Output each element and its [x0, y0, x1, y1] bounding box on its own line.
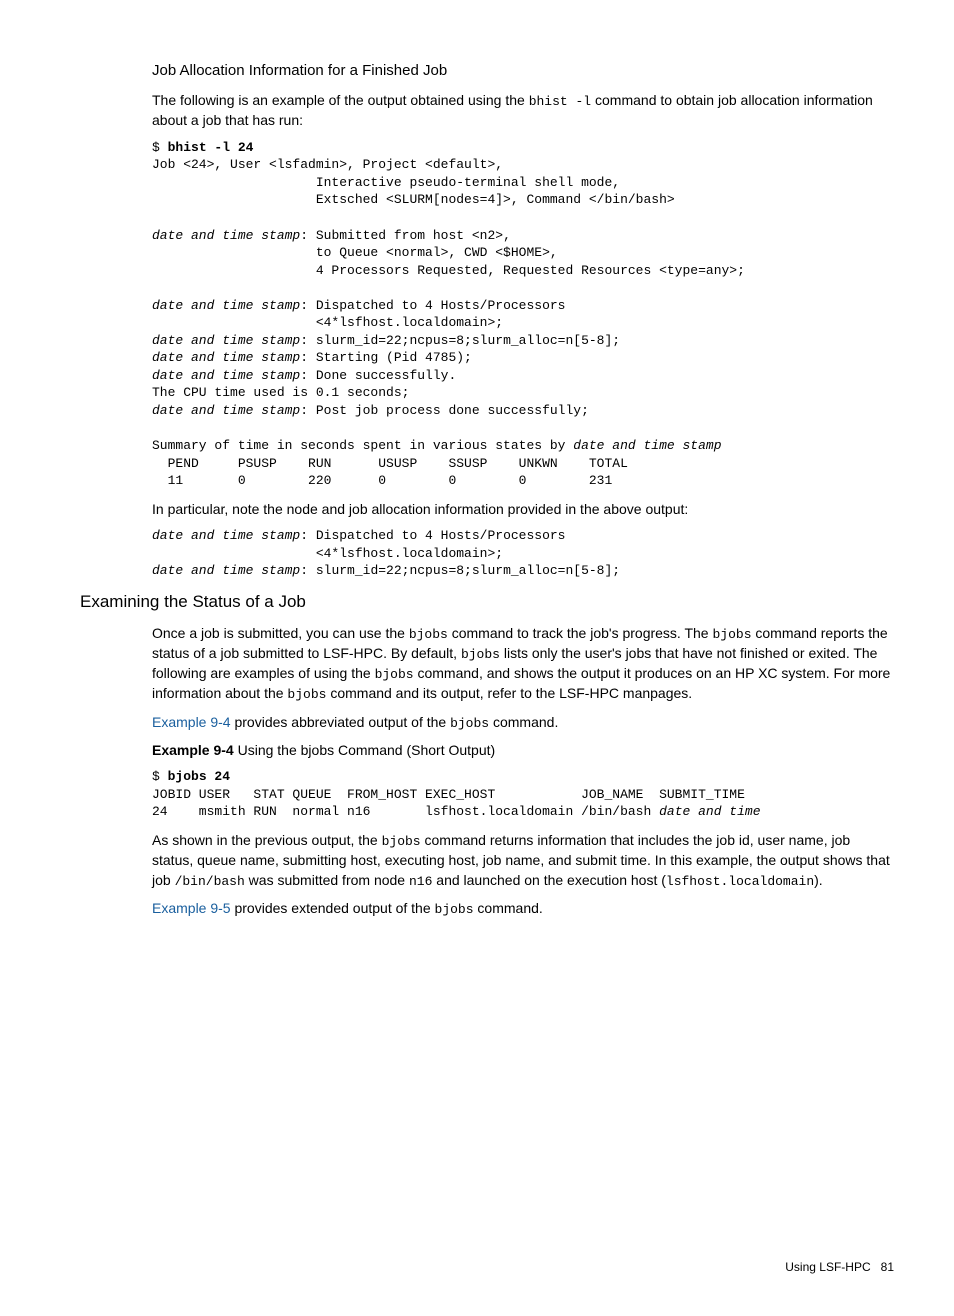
status-paragraph-2: As shown in the previous output, the bjo… [152, 831, 894, 891]
ex94-intro: Example 9-4 provides abbreviated output … [152, 713, 894, 733]
bjobs-4: bjobs [375, 667, 414, 682]
n16: n16 [409, 874, 432, 889]
bjobs-5: bjobs [287, 687, 326, 702]
code-block-2: date and time stamp: Dispatched to 4 Hos… [152, 527, 894, 580]
section-title-1: Job Allocation Information for a Finishe… [152, 60, 894, 81]
ex94rest: provides abbreviated output of the [231, 714, 450, 730]
ex94caption: Using the bjobs Command (Short Output) [234, 742, 495, 758]
intro-text-1: The following is an example of the outpu… [152, 92, 529, 108]
example-9-5-link[interactable]: Example 9-5 [152, 900, 231, 916]
bjobs-3: bjobs [461, 647, 500, 662]
p2c: was submitted from node [245, 872, 409, 888]
ex95rest: provides extended output of the [231, 900, 435, 916]
code-block-1: $ bhist -l 24 Job <24>, User <lsfadmin>,… [152, 139, 894, 490]
section-title-2: Examining the Status of a Job [80, 590, 894, 614]
lsfhost: lsfhost.localdomain [666, 874, 814, 889]
bjobs-2: bjobs [712, 627, 751, 642]
example-9-4-label: Example 9-4 [152, 742, 234, 758]
bjobs-1: bjobs [409, 627, 448, 642]
binbash: /bin/bash [175, 874, 245, 889]
p2d: and launched on the execution host ( [432, 872, 666, 888]
bjobs-7: bjobs [382, 834, 421, 849]
page-number: 81 [881, 1260, 894, 1274]
ex95rest2: command. [474, 900, 543, 916]
bjobs-6: bjobs [450, 716, 489, 731]
note-paragraph: In particular, note the node and job all… [152, 500, 894, 520]
ex95-intro: Example 9-5 provides extended output of … [152, 899, 894, 919]
example-9-4-caption: Example 9-4 Using the bjobs Command (Sho… [152, 741, 894, 761]
status-paragraph-1: Once a job is submitted, you can use the… [152, 624, 894, 705]
code-block-3: $ bjobs 24 JOBID USER STAT QUEUE FROM_HO… [152, 768, 894, 821]
p1a: Once a job is submitted, you can use the [152, 625, 409, 641]
intro-paragraph: The following is an example of the outpu… [152, 91, 894, 131]
p1b: command to track the job's progress. The [448, 625, 713, 641]
p2e: ). [814, 872, 823, 888]
intro-cmd: bhist -l [529, 94, 591, 109]
p2a: As shown in the previous output, the [152, 832, 382, 848]
footer-label: Using LSF-HPC [785, 1260, 870, 1274]
p1f: command and its output, refer to the LSF… [326, 685, 692, 701]
ex94rest2: command. [489, 714, 558, 730]
page-footer: Using LSF-HPC 81 [80, 1259, 894, 1276]
bjobs-8: bjobs [435, 902, 474, 917]
example-9-4-link[interactable]: Example 9-4 [152, 714, 231, 730]
